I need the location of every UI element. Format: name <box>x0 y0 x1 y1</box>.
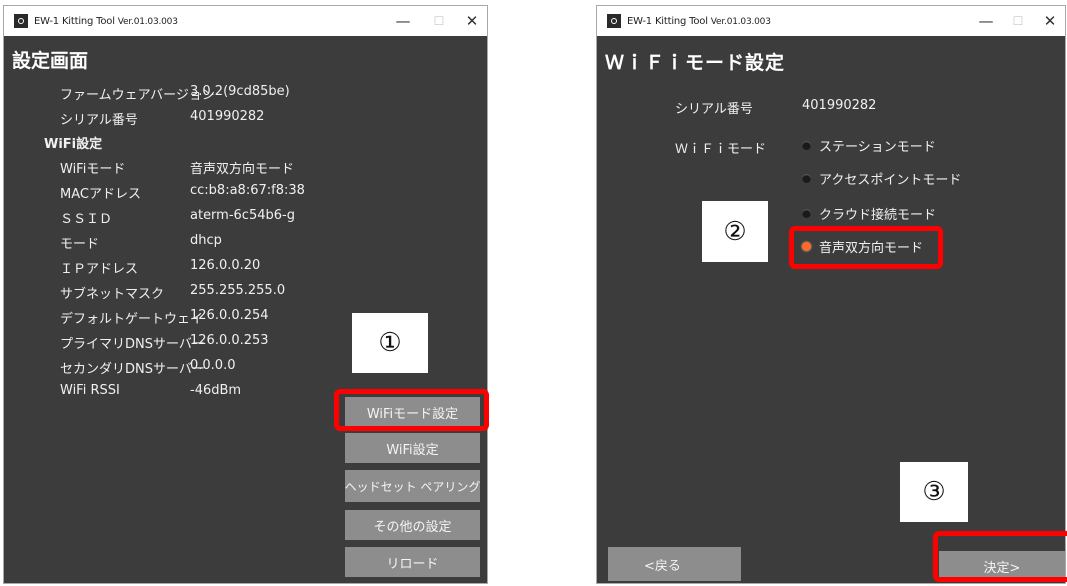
wifi-mode-label: WiFiモード <box>60 162 126 177</box>
radio-label: クラウド接続モード <box>819 208 937 223</box>
radio-off-icon <box>802 141 811 150</box>
wifi-mode-window: EW-1 Kitting Tool Ver.01.03.003 — ☐ ✕ Ｗｉ… <box>597 6 1065 583</box>
maximize-icon[interactable]: ☐ <box>1003 6 1033 36</box>
secondary-dns-value: 0.0.0.0 <box>190 358 236 373</box>
app-name: EW-1 Kitting Tool <box>34 15 115 27</box>
firmware-version-value: 3.0.2(9cd85be) <box>190 84 290 99</box>
ssid-value: aterm-6c54b6-g <box>190 208 295 223</box>
headset-pairing-button[interactable]: ヘッドセット ペアリング <box>345 470 480 502</box>
settings-window: EW-1 Kitting Tool Ver.01.03.003 — ☐ ✕ 設定… <box>4 6 487 583</box>
ssid-label: ＳＳＩＤ <box>60 212 113 227</box>
highlight-wifi-mode-button <box>334 389 489 431</box>
radio-cloud-connection-mode[interactable]: クラウド接続モード <box>802 204 936 223</box>
wifi-mode-value: 音声双方向モード <box>190 162 295 177</box>
close-icon[interactable]: ✕ <box>457 6 487 36</box>
wifi-mode-label: ＷｉＦｉモード <box>675 142 767 157</box>
page-title: ＷｉＦｉモード設定 <box>605 52 786 74</box>
close-icon[interactable]: ✕ <box>1035 6 1065 36</box>
highlight-confirm-button <box>933 531 1067 582</box>
other-settings-button[interactable]: その他の設定 <box>345 510 480 540</box>
title-bar[interactable]: EW-1 Kitting Tool Ver.01.03.003 — ☐ ✕ <box>597 6 1065 36</box>
wifi-rssi-value: -46dBm <box>190 383 242 398</box>
radio-label: アクセスポイントモード <box>819 173 962 188</box>
minimize-icon[interactable]: — <box>971 6 1001 36</box>
primary-dns-value: 126.0.0.253 <box>190 333 269 348</box>
serial-number-value: 401990282 <box>190 109 265 124</box>
mac-address-value: cc:b8:a8:67:f8:38 <box>190 183 305 198</box>
radio-station-mode[interactable]: ステーションモード <box>802 136 936 155</box>
subnet-mask-value: 255.255.255.0 <box>190 283 286 298</box>
secondary-dns-label: セカンダリDNSサーバー <box>60 362 205 377</box>
ip-address-label: ＩＰアドレス <box>60 262 139 277</box>
app-version: Ver.01.03.003 <box>710 16 771 27</box>
back-button[interactable]: <戻る <box>608 547 741 581</box>
wifi-settings-button[interactable]: WiFi設定 <box>345 433 480 463</box>
subnet-mask-label: サブネットマスク <box>60 287 165 302</box>
app-icon <box>607 14 621 28</box>
minimize-icon[interactable]: — <box>388 6 418 36</box>
step-1-callout: ① <box>352 313 428 373</box>
radio-off-icon <box>802 209 811 218</box>
wifi-rssi-label: WiFi RSSI <box>60 383 120 398</box>
serial-number-label: シリアル番号 <box>675 102 753 117</box>
highlight-two-way-voice-option <box>789 226 943 269</box>
mac-address-label: MACアドレス <box>60 187 141 202</box>
default-gateway-value: 126.0.0.254 <box>190 308 269 323</box>
serial-number-value: 401990282 <box>802 98 877 113</box>
maximize-icon[interactable]: ☐ <box>424 6 454 36</box>
app-icon <box>14 14 28 28</box>
radio-access-point-mode[interactable]: アクセスポイントモード <box>802 169 961 188</box>
serial-number-label: シリアル番号 <box>60 113 138 128</box>
app-version: Ver.01.03.003 <box>117 16 178 27</box>
window-title: EW-1 Kitting Tool Ver.01.03.003 <box>627 16 771 27</box>
wifi-section-title: WiFi設定 <box>44 137 103 152</box>
window-title: EW-1 Kitting Tool Ver.01.03.003 <box>34 16 178 27</box>
title-bar[interactable]: EW-1 Kitting Tool Ver.01.03.003 — ☐ ✕ <box>4 6 487 36</box>
app-name: EW-1 Kitting Tool <box>627 15 708 27</box>
step-3-callout: ③ <box>900 462 968 522</box>
radio-label: ステーションモード <box>819 140 936 155</box>
mode-label: モード <box>60 237 100 252</box>
page-title: 設定画面 <box>12 50 89 72</box>
radio-off-icon <box>802 174 811 183</box>
mode-value: dhcp <box>190 233 222 248</box>
ip-address-value: 126.0.0.20 <box>190 258 261 273</box>
reload-button[interactable]: リロード <box>345 547 480 577</box>
primary-dns-label: プライマリDNSサーバー <box>60 337 205 352</box>
step-2-callout: ② <box>702 201 768 262</box>
default-gateway-label: デフォルトゲートウェイ <box>60 312 204 327</box>
